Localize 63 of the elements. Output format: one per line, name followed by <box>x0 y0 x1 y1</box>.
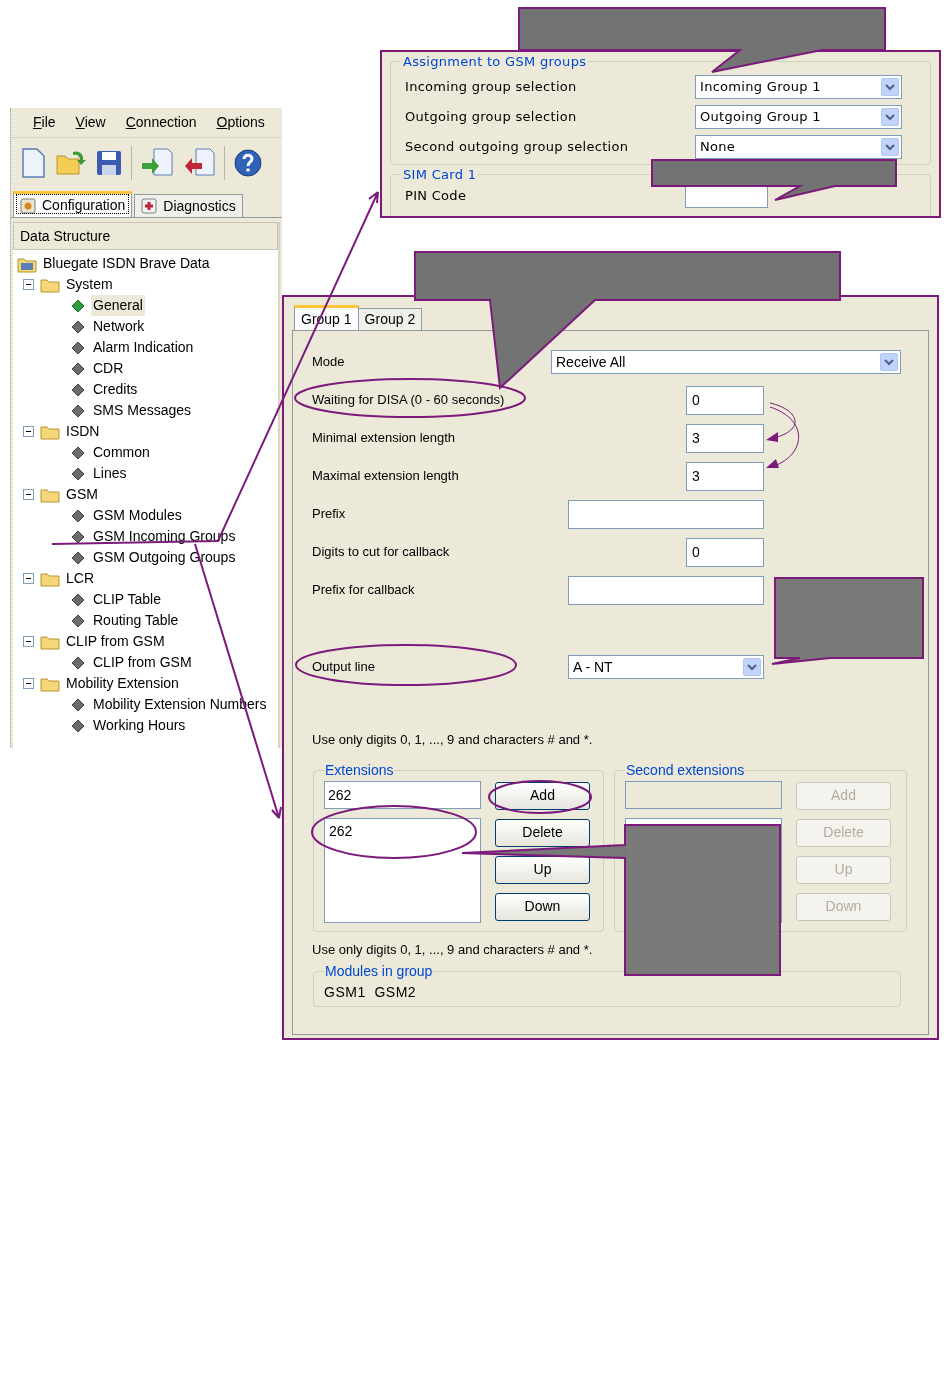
menu-item[interactable]: File <box>33 112 56 133</box>
tree-item[interactable]: GSM <box>66 484 98 505</box>
tree-header: Data Structure <box>13 222 278 250</box>
field-label: Mode <box>312 353 345 372</box>
input-field[interactable]: 262 <box>324 780 481 809</box>
field-label: Prefix <box>312 505 346 524</box>
tree-item[interactable]: LCR <box>66 568 94 589</box>
field-label: Maximal extension length <box>312 467 459 486</box>
tree-item[interactable]: CLIP Table <box>91 589 163 610</box>
modules-value: GSM1 GSM2 <box>324 983 418 1002</box>
list-item[interactable]: 262 <box>329 820 476 842</box>
dropdown-field[interactable]: Incoming Group 1 <box>695 74 902 99</box>
field-label: Outgoing group selection <box>405 107 577 126</box>
tree-item[interactable]: Alarm Indication <box>91 337 196 358</box>
group-title: Modules in group <box>324 962 434 981</box>
tree-item[interactable]: Routing Table <box>91 610 181 631</box>
tree-item[interactable]: CLIP from GSM <box>91 652 194 673</box>
group-title: Extensions <box>324 760 395 780</box>
group-title: Second extensions <box>625 760 746 780</box>
tree-item[interactable]: Common <box>91 442 152 463</box>
action-button[interactable]: Up <box>495 855 590 884</box>
menu-item[interactable]: View <box>75 112 106 133</box>
group-title: Assignment to GSM groups <box>402 53 588 71</box>
menu-item[interactable]: Connection <box>125 112 197 133</box>
hint-text: Use only digits 0, 1, ..., 9 and characters # and *. <box>312 731 593 749</box>
field-label: PIN Code <box>405 187 468 206</box>
field-label: Digits to cut for callback <box>312 543 450 562</box>
input-field[interactable]: 0 <box>686 537 764 567</box>
tree-item[interactable]: Bluegate ISDN Brave Data <box>43 253 210 274</box>
tree-item[interactable]: Working Hours <box>91 715 188 736</box>
tree-item[interactable]: General <box>91 295 145 316</box>
tree-item[interactable]: GSM Modules <box>91 505 184 526</box>
action-button[interactable]: Add <box>495 781 590 810</box>
tree-item[interactable]: SMS Messages <box>91 400 194 421</box>
input-field[interactable]: 3 <box>686 423 764 453</box>
field-label: Minimal extension length <box>312 429 456 448</box>
action-button[interactable]: Down <box>495 892 590 921</box>
dropdown-field[interactable]: Receive All <box>551 350 901 374</box>
tree-item[interactable]: System <box>66 274 113 295</box>
action-button[interactable]: Delete <box>495 818 590 847</box>
tree-item[interactable]: CLIP from GSM <box>66 631 165 652</box>
dropdown-field[interactable]: Outgoing Group 1 <box>695 104 902 129</box>
field-label: Second outgoing group selection <box>405 137 629 156</box>
hint-text: Use only digits 0, 1, ..., 9 and characters # and *. <box>312 940 593 959</box>
panel-tab[interactable]: Configuration <box>13 191 133 217</box>
tree-item[interactable]: Lines <box>91 463 129 484</box>
menu-item[interactable]: Options <box>216 112 265 133</box>
tree-item[interactable]: ISDN <box>66 421 100 442</box>
dropdown-field[interactable]: None <box>695 134 902 159</box>
field-label: Output line <box>312 658 375 677</box>
field-label: Prefix for callback <box>312 581 415 600</box>
field-label: Waiting for DISA (0 - 60 seconds) <box>312 391 505 410</box>
panel-tab[interactable]: Diagnostics <box>134 194 243 217</box>
input-field[interactable]: 3 <box>686 461 764 491</box>
group-tab[interactable]: Group 2 <box>358 308 423 330</box>
field-label: Incoming group selection <box>405 77 577 96</box>
tree-item[interactable]: Network <box>91 316 147 337</box>
input-field[interactable]: 0 <box>686 385 764 415</box>
tree-item[interactable]: CDR <box>91 358 126 379</box>
group-title: SIM Card 1 <box>402 165 478 184</box>
tree-item[interactable]: Credits <box>91 379 140 400</box>
tree-item[interactable]: Mobility Extension <box>66 673 179 694</box>
dropdown-field[interactable]: A - NT <box>568 655 764 679</box>
